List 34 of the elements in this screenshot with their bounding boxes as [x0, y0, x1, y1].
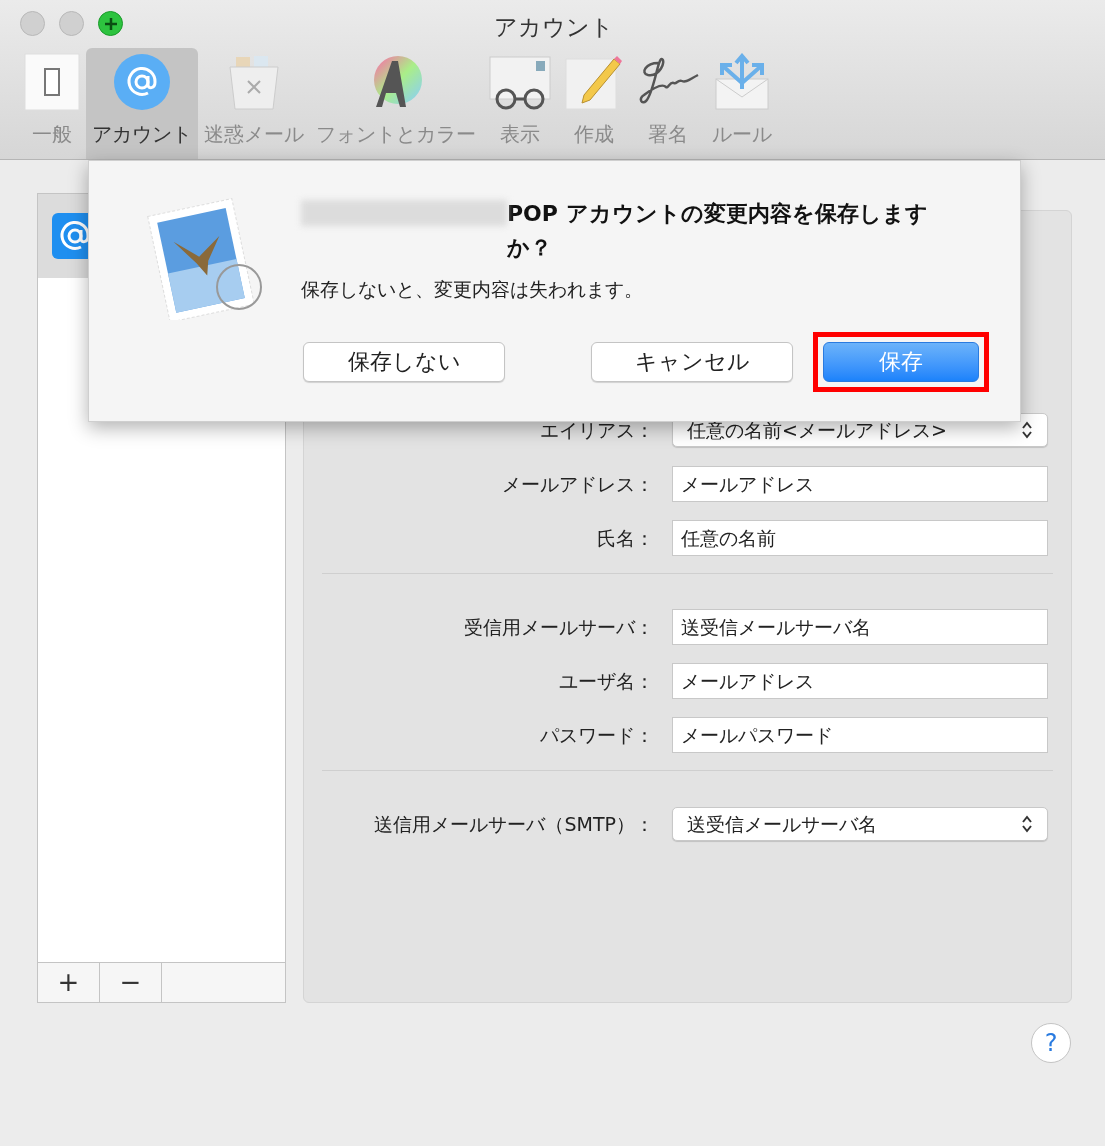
field-label: ユーザ名：: [558, 668, 654, 694]
dialog-message: 保存しないと、変更内容は失われます。: [301, 277, 644, 302]
at-sign-icon: [113, 53, 171, 111]
trash-icon: [226, 53, 282, 111]
field-label: メールアドレス：: [501, 471, 654, 497]
plus-icon: [103, 16, 118, 31]
chevron-up-down-icon: [1021, 814, 1033, 834]
input-field[interactable]: 任意の名前: [672, 520, 1048, 556]
minimize-button[interactable]: [59, 11, 84, 37]
dont-save-button[interactable]: 保存しない: [303, 341, 505, 382]
input-field[interactable]: メールアドレス: [672, 466, 1048, 502]
field-label: 氏名：: [596, 525, 654, 551]
input-field[interactable]: メールパスワード: [672, 717, 1048, 753]
dialog-title: POP アカウントの変更内容を保存しますか？: [507, 200, 929, 262]
field-label: エイリアス：: [539, 417, 654, 443]
zoom-button[interactable]: [98, 11, 123, 37]
close-button[interactable]: [20, 11, 45, 37]
glasses-envelope-icon: [488, 53, 552, 111]
pencil-paper-icon: [564, 53, 624, 111]
chevron-up-down-icon: [1021, 420, 1033, 440]
field-label: 受信用メールサーバ：: [463, 614, 654, 640]
add-button[interactable]: +: [38, 963, 100, 1002]
remove-button[interactable]: −: [100, 963, 162, 1002]
popup-menu[interactable]: 送受信メールサーバ名: [672, 807, 1048, 841]
input-field[interactable]: メールアドレス: [672, 663, 1048, 699]
help-button[interactable]: ?: [1031, 1023, 1071, 1063]
window-title: アカウント: [494, 13, 614, 42]
field-label: 送信用メールサーバ（SMTP）：: [373, 811, 654, 837]
cancel-button[interactable]: キャンセル: [591, 341, 793, 382]
input-field[interactable]: 送受信メールサーバ名: [672, 609, 1048, 645]
envelope-arrows-icon: [712, 53, 772, 111]
field-label: パスワード：: [539, 722, 654, 748]
toolbar-tab[interactable]: アカウント: [86, 47, 198, 159]
switch-icon: [24, 53, 80, 111]
